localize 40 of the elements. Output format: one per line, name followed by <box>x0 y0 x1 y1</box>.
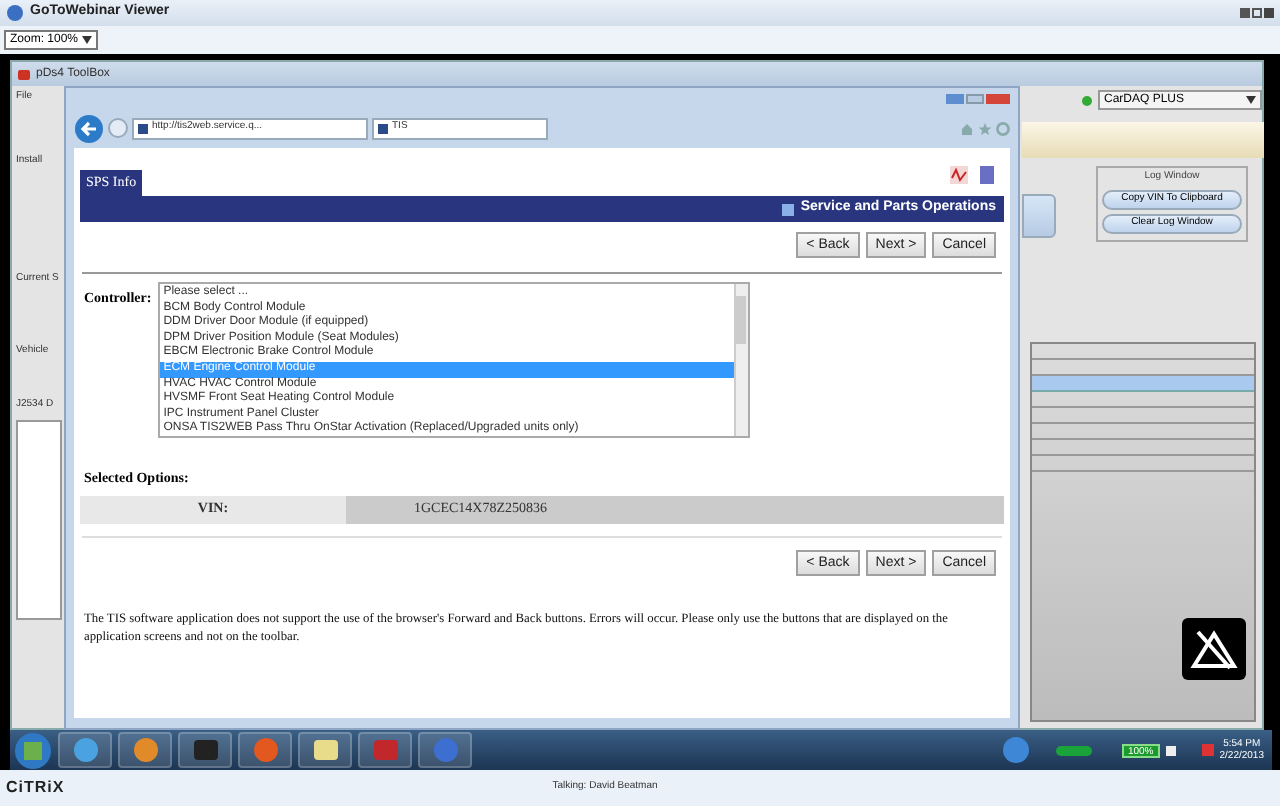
taskbar-app-button[interactable] <box>358 732 412 768</box>
chart-icon[interactable] <box>950 166 968 184</box>
start-button[interactable] <box>14 731 52 769</box>
app-icon <box>311 736 339 764</box>
app-icon <box>251 736 279 764</box>
caret-icon <box>82 36 93 44</box>
globe-icon[interactable] <box>1001 736 1030 764</box>
app-icon <box>191 736 219 764</box>
site-icon <box>378 123 388 133</box>
caret-icon <box>1246 96 1256 104</box>
flag-icon[interactable] <box>1201 744 1214 756</box>
controller-list[interactable] <box>157 282 750 438</box>
minimize-button[interactable] <box>946 93 964 103</box>
network-warning-icon <box>1182 618 1246 680</box>
brand-logo: CiTRiX <box>6 776 65 800</box>
network-meter-icon[interactable] <box>1055 745 1092 755</box>
back-button[interactable] <box>74 113 104 143</box>
taskbar-app-button[interactable] <box>238 732 292 768</box>
app-icon <box>431 736 459 764</box>
app-icon <box>371 736 399 764</box>
taskbar-app-button[interactable] <box>118 732 172 768</box>
app-icon <box>131 736 159 764</box>
close-button[interactable] <box>986 93 1010 103</box>
scrollbar[interactable] <box>733 284 748 436</box>
toolbox-icon <box>18 69 30 79</box>
settings-icon[interactable] <box>996 121 1010 135</box>
star-icon[interactable] <box>978 121 992 135</box>
status-icon <box>1082 95 1092 105</box>
home-icon[interactable] <box>960 121 974 135</box>
plug-icon[interactable] <box>1165 745 1176 755</box>
forward-button[interactable] <box>108 118 128 138</box>
banner-icon <box>782 203 795 215</box>
site-icon <box>138 123 148 133</box>
taskbar-app-button[interactable] <box>178 732 232 768</box>
taskbar-app-button[interactable] <box>58 732 112 768</box>
app-icon <box>6 4 24 22</box>
maximize-button[interactable] <box>1252 8 1262 18</box>
taskbar-app-button[interactable] <box>298 732 352 768</box>
taskbar-app-button[interactable] <box>418 732 472 768</box>
app-icon <box>71 736 99 764</box>
